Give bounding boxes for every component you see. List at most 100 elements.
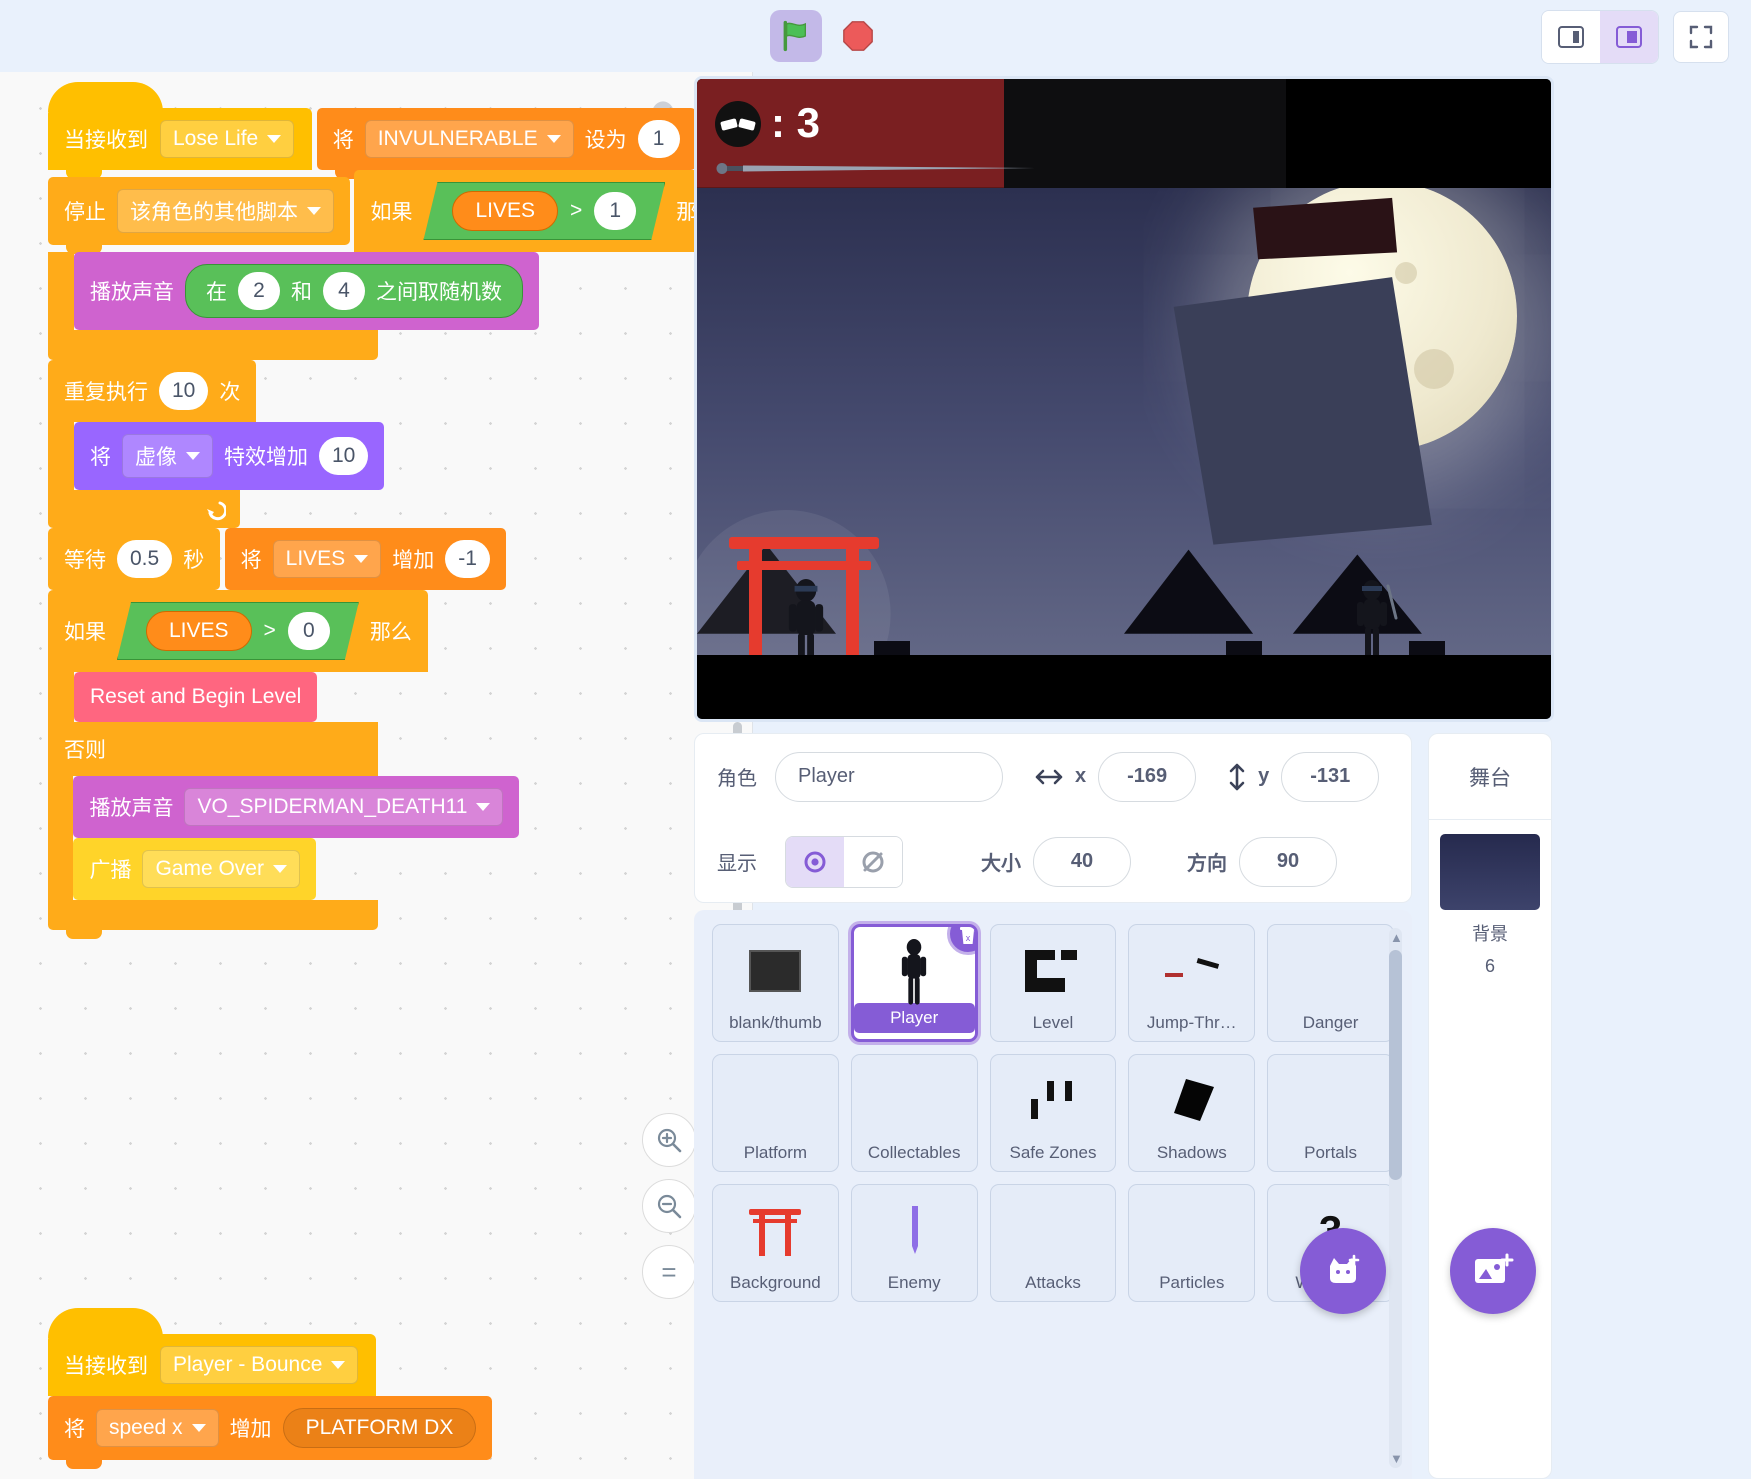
green-flag-button[interactable] [770,10,822,62]
broadcast-dropdown[interactable]: Game Over [142,850,300,888]
small-stage-button[interactable] [1542,11,1600,63]
block-when-receive-player-bounce[interactable]: 当接收到 Player - Bounce [48,1308,377,1405]
code-workspace[interactable]: 当接收到 Lose Life 将 INVULNERABLE 设为 1 停止 该角… [0,72,753,1479]
sprite-tile-collectables[interactable]: Collectables [850,1054,978,1172]
block-repeat-10[interactable]: 重复执行 10 次 [48,360,257,422]
variable-name: INVULNERABLE [377,127,538,150]
stage-hud: : 3 [697,79,1551,188]
sprite-tile-shadows[interactable]: Shadows [1128,1054,1256,1172]
large-stage-button[interactable] [1600,11,1658,63]
broadcast-label: 广播 [89,859,132,882]
change-value-input[interactable]: -1 [445,540,490,578]
block-if-lives-gt-1[interactable]: 如果 LIVES > 1 那么 [354,170,735,252]
stop-button[interactable] [832,10,884,62]
sprite-tile-particles[interactable]: Particles [1128,1184,1256,1302]
stage-controls [770,10,884,62]
lives-variable[interactable]: LIVES [452,191,558,231]
stage-thumbnail-wrapper[interactable]: 背景 6 [1429,820,1551,991]
compare-value-input[interactable]: 0 [288,612,330,650]
variable-dropdown[interactable]: LIVES [272,540,382,578]
block-set-variable[interactable]: 将 INVULNERABLE 设为 1 [316,108,696,179]
sprite-tile-portals[interactable]: Portals [1267,1054,1394,1172]
sprite-size-input[interactable] [1033,836,1131,887]
sprite-name-label: 角色 [717,768,757,790]
large-stage-layout-icon [1616,26,1642,48]
lives-variable[interactable]: LIVES [146,611,252,651]
greater-than-operator[interactable]: LIVES > 1 [423,182,665,240]
sprite-size-label: 大小 [981,853,1021,875]
sprite-name-input[interactable] [775,751,1003,802]
top-toolbar [0,0,1751,72]
block-change-speed-x[interactable]: 将 speed x 增加 PLATFORM DX [48,1396,493,1469]
sprite-tile-attacks[interactable]: Attacks [989,1184,1117,1302]
message-dropdown[interactable]: Lose Life [160,120,295,158]
sprite-tile-danger[interactable]: Danger [1267,924,1394,1042]
block-change-ghost-effect[interactable]: 将 虚像 特效增加 10 [74,422,385,499]
block-wait-seconds[interactable]: 等待 0.5 秒 [48,528,221,599]
add-sprite-button[interactable] [1300,1228,1386,1314]
add-backdrop-button[interactable] [1450,1228,1536,1314]
effect-value-input[interactable]: 10 [319,437,369,475]
block-play-sound-death[interactable]: 播放声音 VO_SPIDERMAN_DEATH11 [73,776,520,847]
platform-dx-variable[interactable]: PLATFORM DX [282,1408,477,1448]
sprite-y-input[interactable] [1281,751,1380,802]
sprite-tile-platform[interactable]: Platform [712,1054,839,1172]
wait-value-input[interactable]: 0.5 [117,540,173,578]
block-else-label[interactable]: 否则 [48,722,378,776]
set-label: 将 [332,129,354,152]
stop-option-dropdown[interactable]: 该角色的其他脚本 [117,189,334,233]
compare-value-input[interactable]: 1 [594,192,636,230]
pick-random-operator[interactable]: 在 2 和 4 之间取随机数 [185,264,523,318]
variable-name: speed x [109,1416,183,1439]
zoom-reset-button[interactable]: = [642,1245,696,1299]
script-player-bounce[interactable]: 当接收到 Player - Bounce 将 speed x 增加 PLATFO… [48,1308,752,1469]
sprite-direction-input[interactable] [1239,836,1337,887]
sprite-label: Shadows [1156,1143,1227,1162]
block-change-lives[interactable]: 将 LIVES 增加 -1 [224,528,506,599]
random-to-input[interactable]: 4 [323,272,365,310]
sprite-list-panel[interactable]: blank/thumb x Player Level Jump-Thr… Dan… [694,910,1412,1479]
sound-dropdown[interactable]: VO_SPIDERMAN_DEATH11 [184,788,504,826]
sprite-label: Platform [743,1143,808,1162]
sprite-tile-enemy[interactable]: Enemy [850,1184,978,1302]
sprite-tile-level[interactable]: Level [989,924,1117,1042]
sprite-tile-player[interactable]: x Player [850,924,978,1042]
sprite-tile-background[interactable]: Background [712,1184,839,1302]
greater-than-operator[interactable]: LIVES > 0 [117,602,359,660]
block-reset-and-begin-level[interactable]: Reset and Begin Level [74,672,318,731]
show-sprite-button[interactable] [786,836,844,887]
repeat-times-input[interactable]: 10 [159,372,209,410]
scroll-up-icon[interactable]: ▲ [1390,930,1403,945]
fullscreen-button[interactable] [1673,11,1729,63]
variable-dropdown[interactable]: INVULNERABLE [364,120,574,158]
block-stop-other-scripts[interactable]: 停止 该角色的其他脚本 [48,177,350,254]
block-when-receive-lose-life[interactable]: 当接收到 Lose Life [48,82,313,179]
stage-selector-panel[interactable]: 舞台 背景 6 [1428,733,1552,1479]
effect-dropdown[interactable]: 虚像 [122,434,213,478]
block-play-sound-random[interactable]: 播放声音 在 2 和 4 之间取随机数 [74,252,539,339]
attacks-icon [991,1193,1116,1269]
variable-dropdown[interactable]: speed x [96,1409,219,1447]
script-lose-life[interactable]: 当接收到 Lose Life 将 INVULNERABLE 设为 1 停止 该角… [48,82,752,939]
hud-lives-count: 3 [796,99,821,146]
loop-arrow-icon [207,501,226,521]
zoom-in-button[interactable] [642,1113,696,1167]
message-dropdown[interactable]: Player - Bounce [160,1346,359,1384]
block-broadcast-game-over[interactable]: 广播 Game Over [73,838,316,909]
set-value-input[interactable]: 1 [637,120,680,158]
scroll-down-icon[interactable]: ▼ [1390,1451,1403,1466]
block-if-else-lives-gt-0[interactable]: 如果 LIVES > 0 那么 [48,590,428,672]
random-from-input[interactable]: 2 [238,272,280,310]
sprite-list-scroll-thumb[interactable] [1389,950,1402,1180]
sprite-tile-blank-thumb[interactable]: blank/thumb [712,924,839,1042]
custom-block-label: Reset and Begin Level [90,685,302,708]
sprite-x-input[interactable] [1098,751,1197,802]
blank-thumb-icon [713,933,838,1009]
sprite-list-scrollbar[interactable]: ▲ ▼ [1389,928,1403,1468]
stage-area[interactable]: : 3 [694,76,1554,722]
zoom-out-button[interactable] [642,1179,696,1233]
sprite-tile-jump-through[interactable]: Jump-Thr… [1128,924,1256,1042]
hide-sprite-button[interactable] [844,836,902,887]
sprite-tile-safe-zones[interactable]: Safe Zones [989,1054,1117,1172]
hud-sword-icon [716,163,1035,174]
